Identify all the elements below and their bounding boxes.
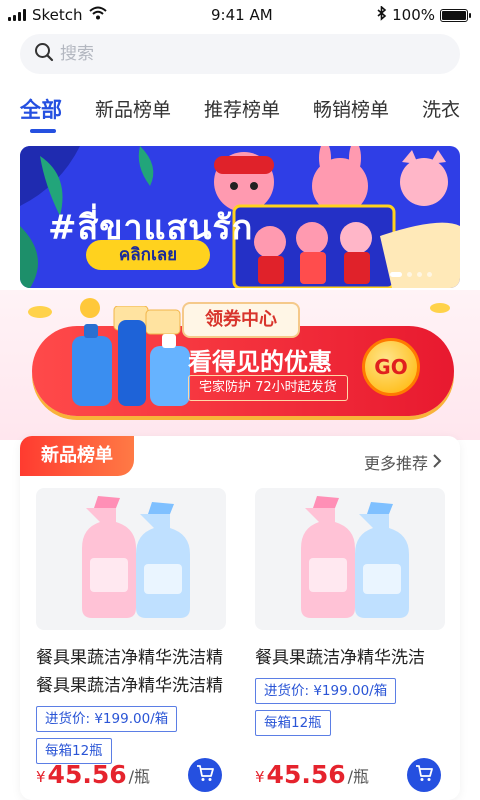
tab-laundry[interactable]: 洗衣 [422,96,460,136]
currency-symbol: ¥ [255,768,265,786]
bluetooth-icon [377,4,387,25]
status-left: Sketch [8,6,107,24]
wifi-icon [88,6,107,24]
carousel-dot[interactable] [390,272,402,277]
currency-symbol: ¥ [36,768,46,786]
cart-icon [415,764,433,786]
tab-recommend-list[interactable]: 推荐榜单 [204,96,280,136]
status-right: 100% [377,4,471,25]
more-label: 更多推荐 [363,454,428,473]
carousel-dots [390,272,432,277]
add-to-cart-button[interactable] [188,758,222,792]
category-tabs: 全部 新品榜单 推荐榜单 畅销榜单 洗衣 [20,96,480,136]
detergent-bottles-image [301,496,409,618]
product-image[interactable] [36,488,226,630]
battery-icon [440,8,471,22]
product-image[interactable] [255,488,445,630]
wholesale-price-tag: 进货价: ¥199.00/箱 [255,678,397,704]
carousel-dot[interactable] [417,272,422,277]
price-unit: /瓶 [347,767,370,786]
add-to-cart-button[interactable] [407,758,441,792]
clock: 9:41 AM [211,6,273,24]
status-bar: Sketch 9:41 AM 100% [0,0,480,30]
battery-percent: 100% [392,6,435,24]
section-title: 新品榜单 [20,436,134,476]
banner-cta-button[interactable]: คลิกเลย [86,240,210,270]
product-card[interactable]: 餐具果蔬洁净精华洗洁 进货价: ¥199.00/箱 每箱12瓶 ¥ 45.56 … [255,488,445,792]
search-icon [34,42,54,66]
product-title[interactable]: 餐具果蔬洁净精华洗洁精餐具果蔬洁净精华洗洁精 [36,644,226,700]
price-unit: /瓶 [128,767,151,786]
product-card[interactable]: 餐具果蔬洁净精华洗洁精餐具果蔬洁净精华洗洁精 进货价: ¥199.00/箱 每箱… [36,488,226,792]
signal-icon [8,9,26,21]
carousel-dot[interactable] [427,272,432,277]
tab-new-list[interactable]: 新品榜单 [95,96,171,136]
pack-size-tag: 每箱12瓶 [255,710,331,736]
product-title[interactable]: 餐具果蔬洁净精华洗洁 [255,644,445,672]
product-price: 45.56 [266,760,346,789]
new-products-section: 新品榜单 更多推荐 餐具果蔬洁净精华洗洁精餐具果蔬洁净精华洗洁精 进货价: ¥1… [20,436,460,800]
coupon-go-button[interactable]: GO [362,338,420,396]
coupon-center-tag[interactable]: 领券中心 [182,302,300,338]
search-bar[interactable] [20,34,460,74]
tab-all[interactable]: 全部 [20,96,62,136]
product-price: 45.56 [47,760,127,789]
carrier-label: Sketch [32,6,83,24]
coupon-subline: 宅家防护 72小时起发货 [188,375,348,401]
more-recommend-link[interactable]: 更多推荐 [364,450,442,474]
battery-level [442,10,466,20]
promo-banner[interactable]: #สี่ขาแสนรัก คลิกเลย [20,146,460,288]
wholesale-price-tag: 进货价: ¥199.00/箱 [36,706,178,732]
chevron-right-icon [432,453,442,472]
carousel-dot[interactable] [407,272,412,277]
cart-icon [196,764,214,786]
detergent-bottles-image [82,496,190,618]
search-input[interactable] [60,44,440,64]
tab-bestseller-list[interactable]: 畅销榜单 [313,96,389,136]
coupon-headline: 看得见的优惠 [188,348,332,376]
